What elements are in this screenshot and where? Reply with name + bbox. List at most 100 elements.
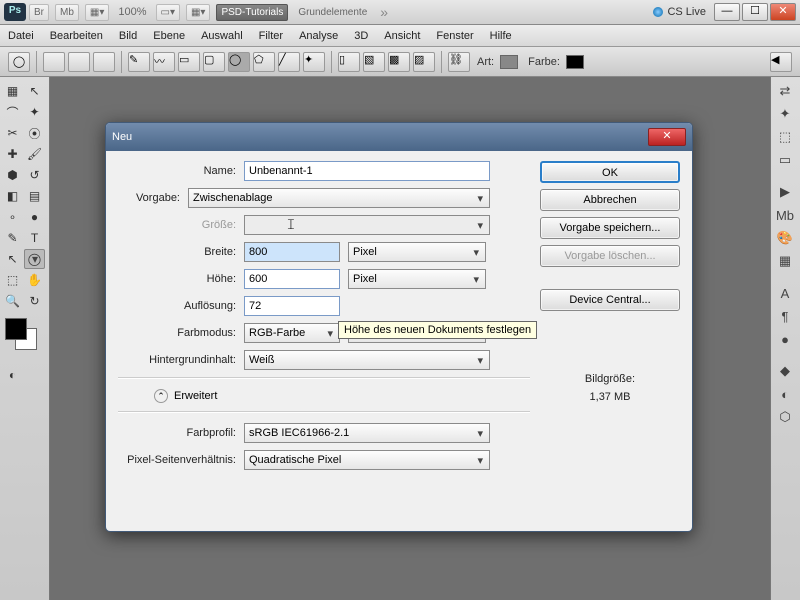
- save-preset-button[interactable]: Vorgabe speichern...: [540, 217, 680, 239]
- shape-tool-icon[interactable]: ◯: [24, 249, 45, 269]
- menu-fenster[interactable]: Fenster: [436, 30, 473, 42]
- menu-datei[interactable]: Datei: [8, 30, 34, 42]
- menu-bar: Datei Bearbeiten Bild Ebene Auswahl Filt…: [0, 25, 800, 47]
- breite-input[interactable]: [244, 242, 340, 262]
- hand-tool-icon[interactable]: ✋: [24, 270, 45, 290]
- menu-bild[interactable]: Bild: [119, 30, 137, 42]
- path-select-tool-icon[interactable]: ↖: [2, 249, 23, 269]
- farbmodus-select[interactable]: RGB-Farbe: [244, 323, 340, 343]
- fg-bg-swatch[interactable]: [5, 318, 44, 358]
- menu-ebene[interactable]: Ebene: [153, 30, 185, 42]
- brushes-panel-icon[interactable]: ✦: [774, 104, 796, 124]
- custom-shape-icon[interactable]: ✦: [303, 52, 325, 72]
- zoom-level[interactable]: 100%: [118, 6, 146, 18]
- maximize-button[interactable]: ☐: [742, 3, 768, 21]
- shape-layers-button[interactable]: [43, 52, 65, 72]
- color-swatch[interactable]: [566, 55, 584, 69]
- menu-hilfe[interactable]: Hilfe: [490, 30, 512, 42]
- menu-auswahl[interactable]: Auswahl: [201, 30, 243, 42]
- navigator-panel-icon[interactable]: ▶: [774, 182, 796, 202]
- rotate-tool-icon[interactable]: ↻: [24, 291, 45, 311]
- overflow-chevron-icon[interactable]: »: [380, 4, 388, 20]
- type-tool-icon[interactable]: T: [24, 228, 45, 248]
- erweitert-toggle[interactable]: ⌃ Erweitert: [154, 389, 530, 403]
- freeform-pen-icon[interactable]: 〰: [153, 52, 175, 72]
- menu-filter[interactable]: Filter: [259, 30, 283, 42]
- adjustments-panel-icon[interactable]: ⇄: [774, 81, 796, 101]
- wand-tool-icon[interactable]: ✦: [24, 102, 45, 122]
- paths-panel-icon[interactable]: ⬡: [774, 407, 796, 427]
- stamp-tool-icon[interactable]: ⬢: [2, 165, 23, 185]
- view-extras-button[interactable]: ▭▾: [156, 4, 180, 21]
- lasso-tool-icon[interactable]: ⌒: [2, 102, 23, 122]
- panel-collapse-icon[interactable]: ◀: [770, 52, 792, 72]
- line-shape-icon[interactable]: ╱: [278, 52, 300, 72]
- hintergrund-select[interactable]: Weiß: [244, 350, 490, 370]
- link-icon[interactable]: ⛓: [448, 52, 470, 72]
- workspace-psd-tutorials-tab[interactable]: PSD-Tutorials: [216, 4, 288, 21]
- arrange-button[interactable]: ▦▾: [186, 4, 210, 21]
- color-panel-icon[interactable]: 🎨: [774, 228, 796, 248]
- menu-bearbeiten[interactable]: Bearbeiten: [50, 30, 103, 42]
- crop-tool-icon[interactable]: ✂: [2, 123, 23, 143]
- eraser-tool-icon[interactable]: ◧: [2, 186, 23, 206]
- pathop-3-icon[interactable]: ▩: [388, 52, 410, 72]
- blur-tool-icon[interactable]: ∘: [2, 207, 23, 227]
- aufloesung-input[interactable]: [244, 296, 340, 316]
- rectangle-shape-icon[interactable]: ▭: [178, 52, 200, 72]
- paragraph-panel-icon[interactable]: ¶: [774, 306, 796, 326]
- dodge-tool-icon[interactable]: ●: [24, 207, 45, 227]
- minimize-button[interactable]: —: [714, 3, 740, 21]
- channels-panel-icon[interactable]: ◐: [774, 384, 796, 404]
- pathop-2-icon[interactable]: ▧: [363, 52, 385, 72]
- 3d-tool-icon[interactable]: ⬚: [2, 270, 23, 290]
- character-panel-icon[interactable]: A: [774, 283, 796, 303]
- rounded-rect-shape-icon[interactable]: ▢: [203, 52, 225, 72]
- bridge-button[interactable]: Br: [29, 4, 49, 21]
- breite-unit-select[interactable]: Pixel: [348, 242, 486, 262]
- menu-analyse[interactable]: Analyse: [299, 30, 338, 42]
- device-central-button[interactable]: Device Central...: [540, 289, 680, 311]
- history-brush-tool-icon[interactable]: ↺: [24, 165, 45, 185]
- menu-3d[interactable]: 3D: [354, 30, 368, 42]
- close-button[interactable]: ✕: [770, 3, 796, 21]
- styles-panel-icon[interactable]: ⬚: [774, 127, 796, 147]
- pen-tool-icon[interactable]: ✎: [2, 228, 23, 248]
- masks-panel-icon[interactable]: ◆: [774, 361, 796, 381]
- menu-ansicht[interactable]: Ansicht: [384, 30, 420, 42]
- pathop-1-icon[interactable]: ▯: [338, 52, 360, 72]
- ok-button[interactable]: OK: [540, 161, 680, 183]
- active-tool-icon[interactable]: ◯: [8, 52, 30, 72]
- layers-panel-icon[interactable]: ▭: [774, 150, 796, 170]
- ellipse-shape-icon[interactable]: ◯: [228, 52, 250, 72]
- screen-mode-button[interactable]: ▦▾: [85, 4, 109, 21]
- zoom-tool-icon[interactable]: 🔍: [2, 291, 23, 311]
- ratio-select[interactable]: Quadratische Pixel: [244, 450, 490, 470]
- minibridge-button[interactable]: Mb: [55, 4, 79, 21]
- fill-pixels-button[interactable]: [93, 52, 115, 72]
- healing-tool-icon[interactable]: ✚: [2, 144, 23, 164]
- pathop-4-icon[interactable]: ▨: [413, 52, 435, 72]
- paths-button[interactable]: [68, 52, 90, 72]
- cs-live-button[interactable]: CS Live: [653, 6, 706, 18]
- minibridge-panel-icon[interactable]: Mb: [774, 205, 796, 225]
- polygon-shape-icon[interactable]: ⬠: [253, 52, 275, 72]
- info-panel-icon[interactable]: ●: [774, 329, 796, 349]
- style-swatch[interactable]: [500, 55, 518, 69]
- name-input[interactable]: [244, 161, 490, 181]
- brush-tool-icon[interactable]: 🖌: [24, 144, 45, 164]
- quickmask-icon[interactable]: ◐: [2, 365, 23, 385]
- eyedropper-tool-icon[interactable]: ⦿: [24, 123, 45, 143]
- marquee-tool-icon[interactable]: ↖: [24, 81, 45, 101]
- workspace-grundelemente-tab[interactable]: Grundelemente: [294, 5, 371, 20]
- hoehe-unit-select[interactable]: Pixel: [348, 269, 486, 289]
- move-tool-icon[interactable]: ▦: [2, 81, 23, 101]
- vorgabe-select[interactable]: Zwischenablage: [188, 188, 490, 208]
- gradient-tool-icon[interactable]: ▤: [24, 186, 45, 206]
- hoehe-input[interactable]: [244, 269, 340, 289]
- farbprofil-select[interactable]: sRGB IEC61966-2.1: [244, 423, 490, 443]
- pen-tool-icon[interactable]: ✎: [128, 52, 150, 72]
- swatches-panel-icon[interactable]: ▦: [774, 251, 796, 271]
- cancel-button[interactable]: Abbrechen: [540, 189, 680, 211]
- dialog-close-button[interactable]: ✕: [648, 128, 686, 146]
